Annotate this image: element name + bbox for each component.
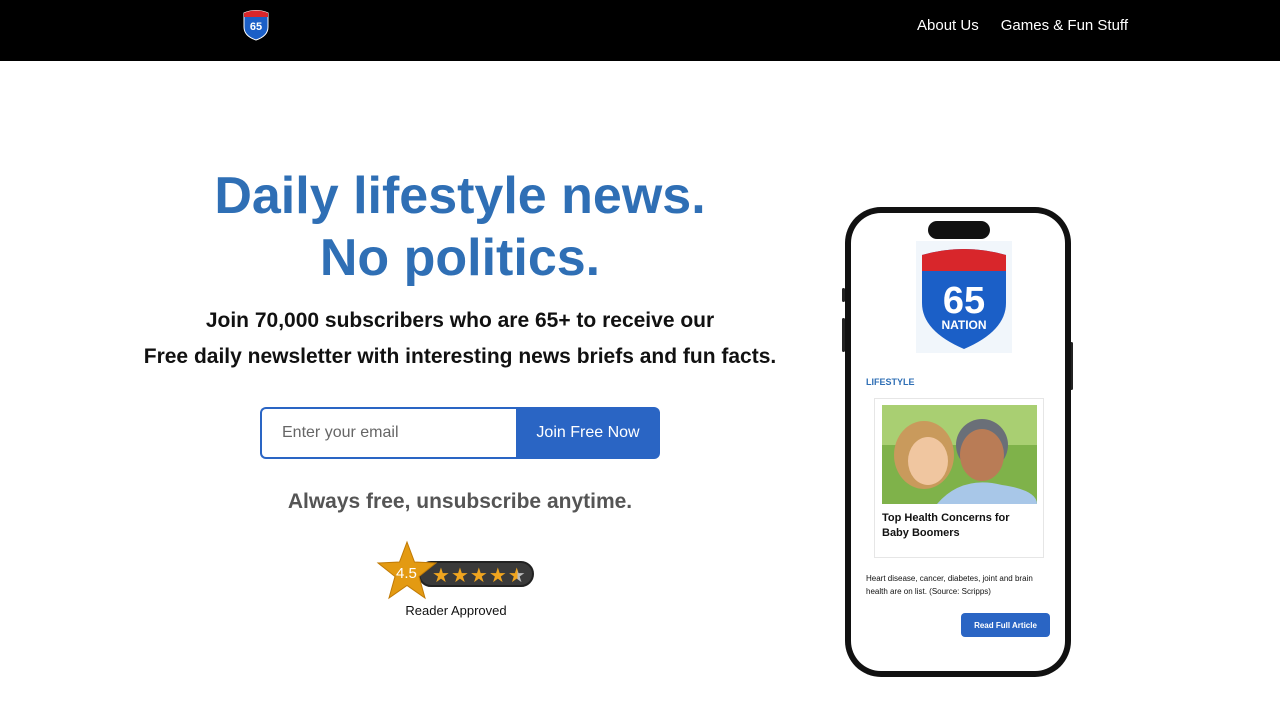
article-card[interactable]: Top Health Concerns for Baby Boomers — [874, 398, 1044, 558]
half-star-icon: ★ — [507, 565, 527, 587]
star-icon: ★ — [450, 565, 470, 587]
main-nav: About Us Games & Fun Stuff — [917, 17, 1128, 34]
read-full-article-button[interactable]: Read Full Article — [961, 613, 1050, 637]
category-label: LIFESTYLE — [866, 377, 915, 387]
nav-games-fun-stuff[interactable]: Games & Fun Stuff — [1001, 17, 1128, 34]
phone-screen: 65 NATION LIFESTYLE Top Health Concerns … — [851, 213, 1065, 671]
free-note: Always free, unsubscribe anytime. — [287, 490, 633, 513]
article-description: Heart disease, cancer, diabetes, joint a… — [866, 574, 1033, 596]
65-nation-logo: 65 NATION — [916, 241, 1012, 353]
phone-mockup: 65 NATION LIFESTYLE Top Health Concerns … — [845, 207, 1071, 677]
top-nav-bar: 65 About Us Games & Fun Stuff — [0, 0, 1280, 61]
subheadline-line-2: Free daily newsletter with interesting n… — [143, 345, 777, 368]
logo-word: NATION — [941, 318, 986, 332]
star-rating: ★★★★★ — [432, 563, 527, 588]
star-icon: ★ — [488, 565, 508, 587]
site-logo[interactable]: 65 — [241, 7, 271, 41]
signup-form: Join Free Now — [260, 407, 660, 459]
article-photo — [882, 405, 1037, 504]
email-input[interactable] — [260, 407, 516, 459]
rating-badge: ★★★★★ 4.5 Reader Approved — [376, 540, 538, 622]
phone-notch — [928, 221, 990, 239]
join-free-button[interactable]: Join Free Now — [516, 407, 660, 459]
headline-line-1: Daily lifestyle news. — [214, 167, 706, 225]
nav-about-us[interactable]: About Us — [917, 17, 979, 34]
article-title: Top Health Concerns for Baby Boomers — [882, 512, 1010, 539]
star-icon: ★ — [469, 565, 489, 587]
logo-number: 65 — [943, 280, 985, 322]
site-logo-text: 65 — [250, 21, 262, 33]
rating-score: 4.5 — [396, 565, 417, 582]
rating-caption: Reader Approved — [405, 603, 507, 618]
subheadline-line-1: Join 70,000 subscribers who are 65+ to r… — [205, 309, 715, 332]
headline-line-2: No politics. — [319, 229, 601, 287]
